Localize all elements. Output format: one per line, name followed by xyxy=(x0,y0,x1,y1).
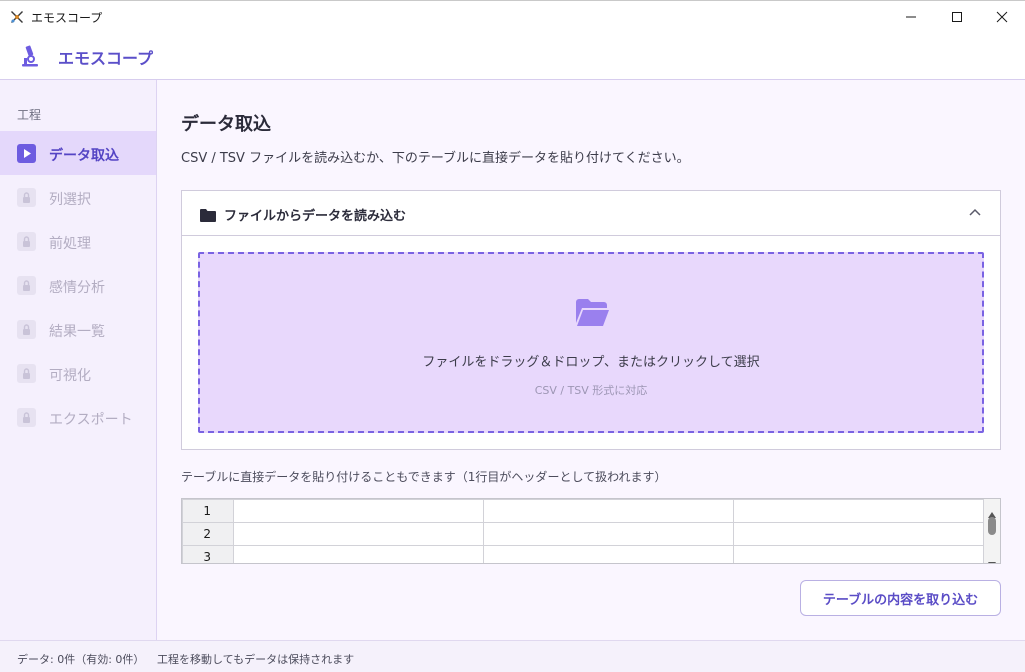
sidebar-item-sentiment[interactable]: 感情分析 xyxy=(0,263,156,307)
file-dropzone[interactable]: ファイルをドラッグ＆ドロップ、またはクリックして選択 CSV / TSV 形式に… xyxy=(198,252,984,433)
page-description: CSV / TSV ファイルを読み込むか、下のテーブルに直接データを貼り付けてく… xyxy=(181,151,690,166)
app-window: エモスコープ エモスコープ 工程 データ取込 列選択 前処理 感情分析 結果一覧… xyxy=(0,0,1025,672)
sidebar-item-export[interactable]: エクスポート xyxy=(0,395,156,439)
file-import-panel: ファイルからデータを読み込む ファイルをドラッグ＆ドロップ、またはクリックして選… xyxy=(181,190,1001,450)
sidebar-item-data-import[interactable]: データ取込 xyxy=(0,131,156,175)
table-cell[interactable] xyxy=(233,522,484,546)
table-cell[interactable] xyxy=(233,499,484,523)
row-header: 3 xyxy=(182,545,234,563)
sidebar-item-label: 感情分析 xyxy=(49,280,105,296)
maximize-button[interactable] xyxy=(934,1,980,33)
sidebar: 工程 データ取込 列選択 前処理 感情分析 結果一覧 可視化 エクスポート xyxy=(0,80,157,640)
scroll-down-icon[interactable] xyxy=(988,553,996,563)
window-title: エモスコープ xyxy=(31,11,103,25)
page-title: データ取込 xyxy=(181,114,271,135)
lock-icon xyxy=(17,364,36,383)
sidebar-item-column-select[interactable]: 列選択 xyxy=(0,175,156,219)
status-message: 工程を移動してもデータは保持されます xyxy=(157,653,355,666)
sidebar-item-preprocess[interactable]: 前処理 xyxy=(0,219,156,263)
maximize-icon xyxy=(951,8,963,27)
main-content: データ取込 CSV / TSV ファイルを読み込むか、下のテーブルに直接データを… xyxy=(157,80,1025,640)
close-button[interactable] xyxy=(979,1,1025,33)
minimize-icon xyxy=(905,8,917,27)
row-header: 1 xyxy=(182,499,234,523)
microscope-icon xyxy=(18,44,42,68)
table-cell[interactable] xyxy=(733,499,984,523)
chevron-up-icon[interactable] xyxy=(968,205,982,224)
app-name: エモスコープ xyxy=(58,49,154,68)
play-icon xyxy=(17,144,36,163)
sidebar-item-label: 列選択 xyxy=(49,192,91,208)
open-folder-icon xyxy=(576,299,610,331)
row-header: 2 xyxy=(182,522,234,546)
table-row: 1 xyxy=(182,499,984,523)
lock-icon xyxy=(17,188,36,207)
file-panel-header[interactable]: ファイルからデータを読み込む xyxy=(182,191,1000,236)
dropzone-subtext: CSV / TSV 形式に対応 xyxy=(534,384,648,397)
import-table-button[interactable]: テーブルの内容を取り込む xyxy=(800,580,1001,616)
table-cell[interactable] xyxy=(483,522,734,546)
table-scrollbar[interactable] xyxy=(984,499,1000,563)
lock-icon xyxy=(17,276,36,295)
app-emblem-icon xyxy=(9,9,25,25)
table-cell[interactable] xyxy=(733,545,984,563)
sidebar-item-label: 結果一覧 xyxy=(49,324,105,340)
table-cell[interactable] xyxy=(483,545,734,563)
title-bar: エモスコープ xyxy=(0,0,1025,32)
scrollbar-thumb[interactable] xyxy=(988,517,996,535)
lock-icon xyxy=(17,232,36,251)
sidebar-item-label: エクスポート xyxy=(49,412,133,428)
folder-icon xyxy=(200,207,216,226)
sidebar-section-label: 工程 xyxy=(17,108,42,122)
lock-icon xyxy=(17,408,36,427)
lock-icon xyxy=(17,320,36,339)
sidebar-item-label: 可視化 xyxy=(49,368,91,384)
table-cell[interactable] xyxy=(733,522,984,546)
table-cell[interactable] xyxy=(483,499,734,523)
minimize-button[interactable] xyxy=(888,1,934,33)
sidebar-item-label: データ取込 xyxy=(49,148,119,164)
sidebar-item-visualize[interactable]: 可視化 xyxy=(0,351,156,395)
table-cell[interactable] xyxy=(233,545,484,563)
status-bar: データ: 0件（有効: 0件） 工程を移動してもデータは保持されます xyxy=(0,640,1025,672)
data-count-status: データ: 0件（有効: 0件） xyxy=(17,653,145,666)
data-table[interactable]: 1 2 3 xyxy=(181,498,1001,564)
app-header: エモスコープ xyxy=(0,32,1025,80)
close-icon xyxy=(996,8,1008,27)
data-table-body: 1 2 3 xyxy=(182,499,984,563)
file-panel-title: ファイルからデータを読み込む xyxy=(224,209,407,224)
paste-hint: テーブルに直接データを貼り付けることもできます（1行目がヘッダーとして扱われます… xyxy=(181,470,667,484)
sidebar-item-label: 前処理 xyxy=(49,236,91,252)
sidebar-item-results[interactable]: 結果一覧 xyxy=(0,307,156,351)
table-row: 2 xyxy=(182,522,984,546)
dropzone-text: ファイルをドラッグ＆ドロップ、またはクリックして選択 xyxy=(422,355,760,370)
table-row: 3 xyxy=(182,545,984,563)
